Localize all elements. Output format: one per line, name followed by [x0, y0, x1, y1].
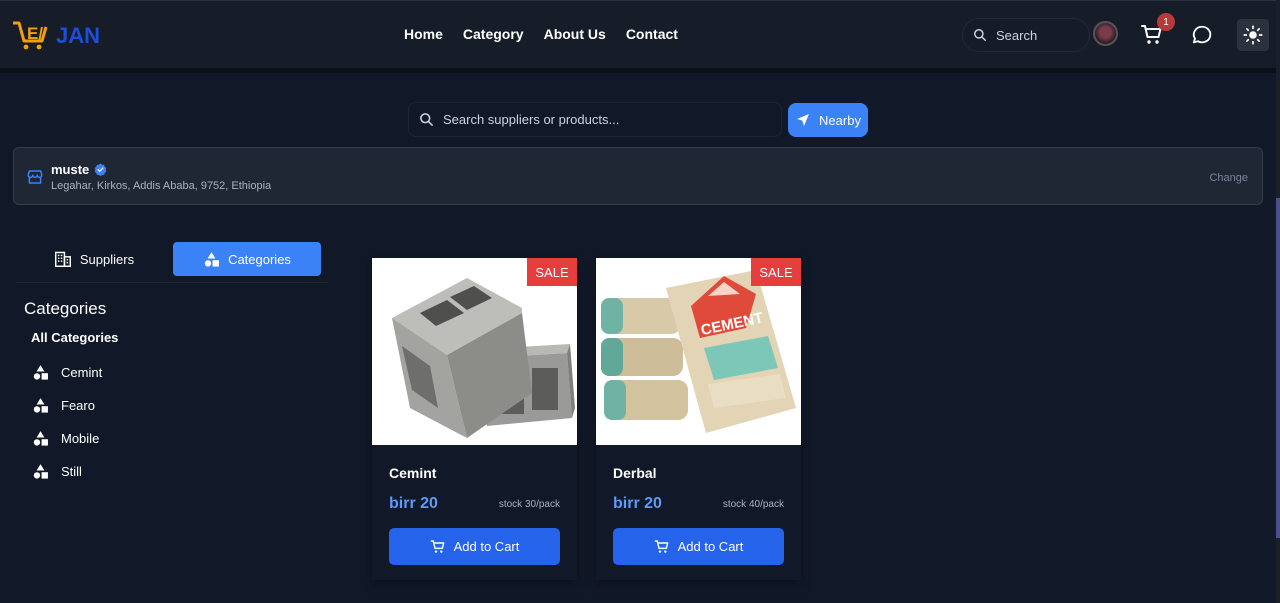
- product-name: Cemint: [389, 465, 437, 481]
- category-item-mobile[interactable]: Mobile: [32, 430, 99, 447]
- product-card[interactable]: SALE Cemint birr 20 stock 30/pack Add to…: [372, 258, 577, 580]
- brand-logo[interactable]: E/ JAN: [10, 17, 110, 53]
- nav-category-link[interactable]: Category: [463, 26, 524, 42]
- product-name: Derbal: [613, 465, 657, 481]
- product-price: birr 20: [613, 495, 662, 512]
- add-to-cart-button[interactable]: Add to Cart: [389, 528, 560, 565]
- user-avatar[interactable]: [1093, 21, 1118, 46]
- shapes-icon: [33, 398, 48, 413]
- chat-button[interactable]: [1191, 24, 1213, 46]
- nav-search-box[interactable]: [962, 18, 1090, 52]
- scrollbar-thumb[interactable]: [1276, 198, 1280, 538]
- category-item-cemint[interactable]: Cemint: [32, 364, 102, 381]
- product-image-concrete-blocks: SALE: [372, 258, 577, 445]
- category-label: Fearo: [61, 398, 95, 413]
- product-image-cement-bags: CEMENT SALE: [596, 258, 801, 445]
- add-to-cart-label: Add to Cart: [677, 539, 744, 554]
- svg-text:JAN: JAN: [56, 23, 100, 48]
- nearby-button-label: Nearby: [819, 112, 861, 128]
- supplier-search-input[interactable]: [443, 112, 763, 127]
- categories-heading: Categories: [24, 299, 107, 318]
- chat-bubble-icon: [1192, 25, 1212, 44]
- change-location-link[interactable]: Change: [1209, 172, 1248, 184]
- building-icon: [54, 251, 71, 267]
- page-scrollbar[interactable]: [1276, 0, 1280, 603]
- category-label: Still: [61, 464, 82, 479]
- cart-icon: [654, 539, 669, 553]
- store-name: muste: [51, 162, 90, 177]
- shapes-icon: [33, 431, 48, 446]
- product-stock: stock 30/pack: [498, 499, 560, 510]
- sale-badge: SALE: [751, 258, 801, 286]
- search-icon: [974, 29, 986, 41]
- store-location-card: muste Legahar, Kirkos, Addis Ababa, 9752…: [13, 147, 1263, 205]
- store-icon: [27, 170, 43, 184]
- category-label: Cemint: [61, 365, 103, 380]
- nav-about-link[interactable]: About Us: [544, 26, 606, 42]
- add-to-cart-button[interactable]: Add to Cart: [613, 528, 784, 565]
- navigation-arrow-icon: [797, 114, 810, 126]
- logo-icon: E/ JAN: [13, 21, 100, 50]
- cart-icon: [430, 539, 445, 553]
- shapes-icon: [204, 251, 219, 267]
- nearby-button[interactable]: Nearby: [788, 103, 868, 137]
- tab-suppliers-label: Suppliers: [79, 251, 135, 267]
- tab-categories[interactable]: Categories: [173, 242, 321, 276]
- verified-badge-icon: [95, 163, 107, 176]
- theme-toggle-button[interactable]: [1237, 19, 1269, 51]
- product-stock: stock 40/pack: [722, 499, 784, 510]
- tab-suppliers[interactable]: Suppliers: [16, 242, 172, 276]
- sale-badge: SALE: [527, 258, 577, 286]
- all-categories-link[interactable]: All Categories: [31, 330, 118, 345]
- category-label: Mobile: [61, 431, 100, 446]
- nav-search-input[interactable]: [996, 27, 1076, 43]
- supplier-search-box[interactable]: [408, 102, 782, 137]
- sun-icon: [1243, 25, 1263, 45]
- browse-tabs: Suppliers Categories: [16, 242, 328, 283]
- add-to-cart-label: Add to Cart: [453, 539, 520, 554]
- product-price: birr 20: [389, 495, 438, 512]
- cart-count-badge: 1: [1157, 13, 1175, 31]
- store-name-row: muste: [51, 162, 107, 177]
- shapes-icon: [33, 365, 48, 380]
- tab-categories-label: Categories: [228, 251, 291, 267]
- category-item-fearo[interactable]: Fearo: [32, 397, 95, 414]
- nav-contact-link[interactable]: Contact: [626, 26, 678, 42]
- category-item-still[interactable]: Still: [32, 463, 82, 480]
- shapes-icon: [33, 464, 48, 479]
- svg-text:E/: E/: [27, 24, 43, 43]
- product-card[interactable]: CEMENT SALE Derbal birr 20 stock 40/pack…: [596, 258, 801, 580]
- nav-home-link[interactable]: Home: [404, 26, 443, 42]
- store-address: Legahar, Kirkos, Addis Ababa, 9752, Ethi…: [51, 180, 272, 192]
- search-icon: [420, 113, 433, 126]
- main-nav: Home Category About Us Contact: [404, 26, 678, 42]
- top-navbar: E/ JAN Home Category About Us Contact 1: [0, 0, 1276, 73]
